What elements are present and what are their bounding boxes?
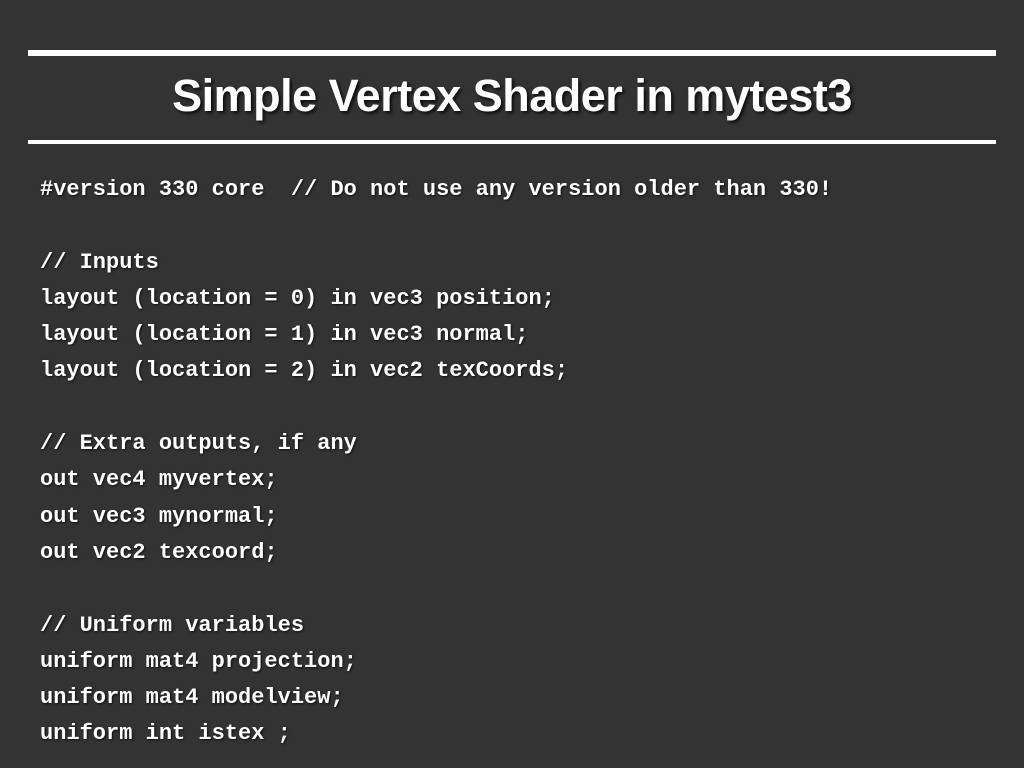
code-line: uniform mat4 projection; [40,644,984,680]
code-line: uniform mat4 modelview; [40,680,984,716]
slide-container: Simple Vertex Shader in mytest3 #version… [0,0,1024,768]
code-line: // Uniform variables [40,608,984,644]
code-line: out vec3 mynormal; [40,499,984,535]
code-line: out vec4 myvertex; [40,462,984,498]
divider-top [28,50,996,56]
code-line: layout (location = 0) in vec3 position; [40,281,984,317]
code-line: out vec2 texcoord; [40,535,984,571]
code-line: #version 330 core // Do not use any vers… [40,172,984,208]
code-line: layout (location = 2) in vec2 texCoords; [40,353,984,389]
code-line [40,208,984,244]
code-line [40,571,984,607]
slide-title: Simple Vertex Shader in mytest3 [0,64,1024,130]
code-block: #version 330 core // Do not use any vers… [0,144,1024,753]
code-line: // Extra outputs, if any [40,426,984,462]
code-line: layout (location = 1) in vec3 normal; [40,317,984,353]
title-section: Simple Vertex Shader in mytest3 [0,0,1024,144]
code-line: uniform int istex ; [40,716,984,752]
code-line [40,390,984,426]
code-line: // Inputs [40,245,984,281]
